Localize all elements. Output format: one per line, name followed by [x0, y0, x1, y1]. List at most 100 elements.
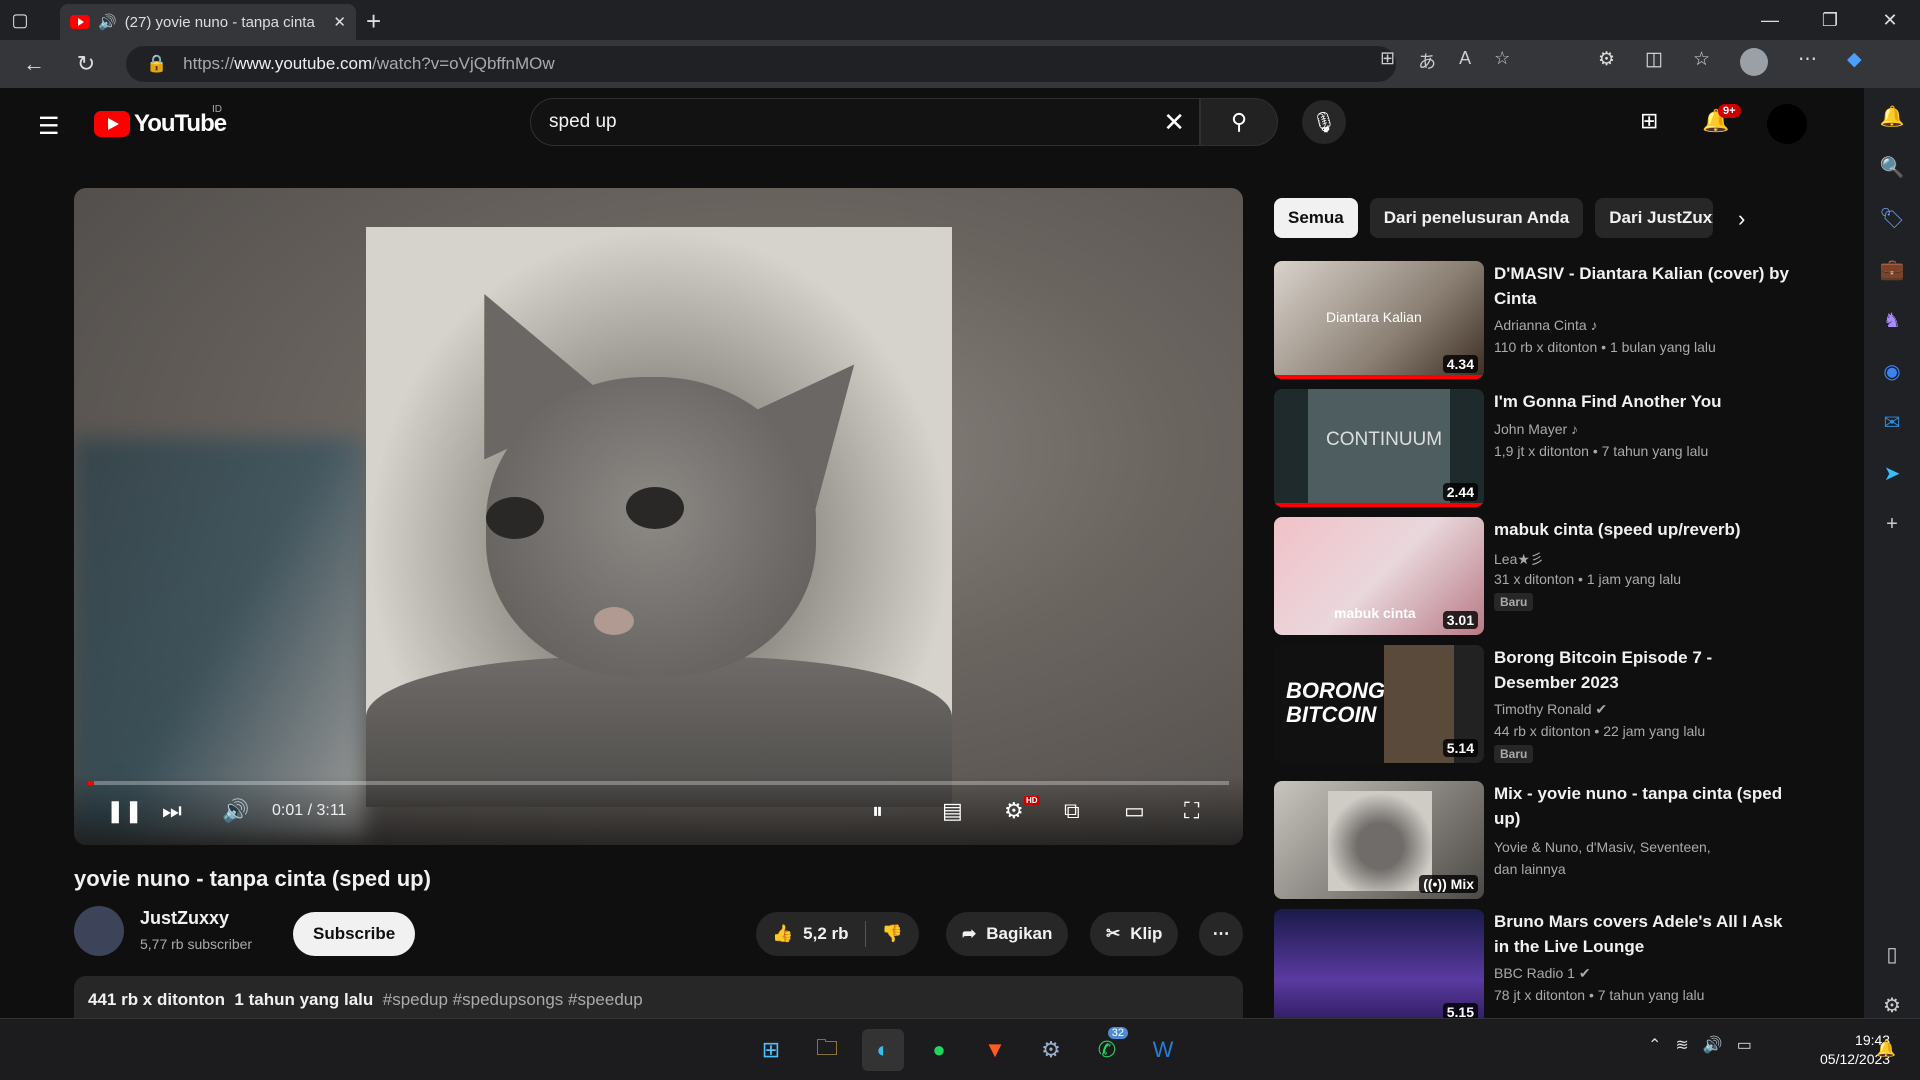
- hamburger-menu-icon[interactable]: ☰: [38, 112, 60, 141]
- app-available-icon[interactable]: ⊞: [1380, 48, 1395, 74]
- fullscreen-icon[interactable]: ⛶: [1184, 798, 1199, 824]
- favorites-icon[interactable]: ☆: [1693, 48, 1710, 76]
- recommendation-item[interactable]: BORONG BITCOIN 5.14 Borong Bitcoin Episo…: [1274, 645, 1804, 763]
- speaker-icon[interactable]: 🔊: [98, 13, 117, 31]
- browser-tab-active[interactable]: 🔊 (27) yovie nuno - tanpa cinta ✕: [60, 4, 356, 40]
- settings-gear-icon[interactable]: ⚙: [1004, 798, 1024, 824]
- recommendation-item[interactable]: CONTINUUM 2.44 I'm Gonna Find Another Yo…: [1274, 389, 1804, 507]
- recommendation-item[interactable]: Diantara Kalian 4.34 D'MASIV - Diantara …: [1274, 261, 1804, 379]
- subscribe-button[interactable]: Subscribe: [293, 912, 416, 956]
- chip-all[interactable]: Semua: [1274, 198, 1358, 238]
- miniplayer-icon[interactable]: ⧉: [1064, 798, 1080, 824]
- watched-progress: [1274, 375, 1484, 379]
- clear-search-icon[interactable]: ✕: [1163, 107, 1185, 138]
- notification-center-icon[interactable]: 🔔: [1876, 1039, 1896, 1059]
- copilot-sidebar-icon[interactable]: ◉: [1878, 359, 1906, 384]
- battery-icon[interactable]: ▭: [1737, 1035, 1752, 1055]
- back-button[interactable]: ←: [12, 44, 56, 84]
- more-options-icon[interactable]: ⋯: [1798, 48, 1817, 76]
- youtube-logo[interactable]: YouTube ID: [94, 104, 227, 138]
- recommendation-item[interactable]: 5.15 Bruno Mars covers Adele's All I Ask…: [1274, 909, 1804, 1018]
- video-thumbnail[interactable]: CONTINUUM 2.44: [1274, 389, 1484, 507]
- share-button[interactable]: ➦ Bagikan: [946, 912, 1069, 956]
- favorite-star-icon[interactable]: ☆: [1494, 48, 1510, 74]
- progress-bar[interactable]: [88, 781, 1229, 785]
- sidebar-toggle-icon[interactable]: ▯: [1878, 942, 1906, 967]
- refresh-button[interactable]: ↻: [64, 44, 108, 84]
- autoplay-toggle-icon[interactable]: ⏸: [872, 798, 883, 824]
- sidebar-settings-icon[interactable]: ⚙: [1878, 993, 1906, 1018]
- chevron-up-icon[interactable]: ⌃: [1648, 1035, 1661, 1055]
- progress-fill: [88, 781, 94, 785]
- more-actions-button[interactable]: ⋯: [1199, 912, 1243, 956]
- wifi-icon[interactable]: ≋: [1675, 1035, 1688, 1055]
- tab-close-icon[interactable]: ✕: [333, 13, 346, 31]
- search-sidebar-icon[interactable]: 🔍: [1878, 155, 1906, 180]
- translate-icon[interactable]: あ: [1418, 48, 1436, 74]
- mix-radio-icon: ((•)): [1423, 876, 1451, 892]
- settings-icon[interactable]: ⚙: [1030, 1029, 1072, 1071]
- outlook-icon[interactable]: ✉: [1878, 410, 1906, 435]
- video-thumbnail[interactable]: 5.15: [1274, 909, 1484, 1018]
- send-icon[interactable]: ➤: [1878, 461, 1906, 486]
- copilot-icon[interactable]: ◆: [1847, 48, 1862, 76]
- volume-icon[interactable]: 🔊: [222, 798, 249, 824]
- lock-icon[interactable]: 🔒: [146, 54, 167, 74]
- video-thumbnail[interactable]: mabuk cinta 3.01: [1274, 517, 1484, 635]
- volume-tray-icon[interactable]: 🔊: [1703, 1035, 1723, 1055]
- chevron-right-icon[interactable]: ›: [1738, 206, 1745, 232]
- start-icon[interactable]: ⊞: [750, 1029, 792, 1071]
- search-input[interactable]: sped up ✕: [530, 98, 1200, 146]
- chip-from-channel[interactable]: Dari JustZuxxy: [1595, 198, 1714, 238]
- extensions-icon[interactable]: ⚙: [1598, 48, 1615, 76]
- tab-actions-icon[interactable]: ▢: [0, 0, 40, 40]
- mix-badge: ((•)) Mix: [1419, 875, 1478, 893]
- recommendation-channel: Yovie & Nuno, d'Masiv, Seventeen,: [1494, 839, 1711, 855]
- spotify-icon[interactable]: ●: [918, 1029, 960, 1071]
- channel-name[interactable]: JustZuxxy: [140, 908, 229, 929]
- duration-badge: 4.34: [1442, 355, 1478, 373]
- close-window-button[interactable]: ✕: [1860, 0, 1920, 40]
- create-video-icon[interactable]: ⊞: [1640, 108, 1658, 134]
- edge-icon[interactable]: ◐: [862, 1029, 904, 1071]
- chip-from-search[interactable]: Dari penelusuran Anda: [1369, 198, 1584, 238]
- like-count[interactable]: 5,2 rb: [803, 924, 848, 944]
- next-icon[interactable]: ⏭: [162, 798, 182, 824]
- subtitles-icon[interactable]: ▤: [942, 798, 963, 824]
- recommendation-item[interactable]: mabuk cinta 3.01 mabuk cinta (speed up/r…: [1274, 517, 1804, 635]
- word-icon[interactable]: W: [1142, 1029, 1184, 1071]
- voice-search-button[interactable]: 🎙: [1302, 100, 1346, 144]
- theater-mode-icon[interactable]: ▭: [1124, 798, 1145, 824]
- brave-icon[interactable]: ▼: [974, 1029, 1016, 1071]
- tools-briefcase-icon[interactable]: 💼: [1878, 257, 1906, 282]
- video-player[interactable]: ❚❚ ⏭ 🔊 0:01 / 3:11 ⏸ ▤ ⚙ HD ⧉ ▭ ⛶: [74, 188, 1243, 845]
- new-badge: Baru: [1494, 593, 1534, 611]
- video-thumbnail[interactable]: Diantara Kalian 4.34: [1274, 261, 1484, 379]
- search-button[interactable]: ⚲: [1200, 98, 1278, 146]
- clip-button[interactable]: ✂ Klip: [1090, 912, 1179, 956]
- video-thumbnail[interactable]: BORONG BITCOIN 5.14: [1274, 645, 1484, 763]
- recommendation-item[interactable]: ((•)) Mix Mix - yovie nuno - tanpa cinta…: [1274, 781, 1804, 899]
- hashtags[interactable]: #spedup #spedupsongs #speedup: [383, 990, 643, 1009]
- maximize-button[interactable]: ❐: [1800, 0, 1860, 40]
- notifications-sidebar-icon[interactable]: 🔔: [1878, 104, 1906, 129]
- profile-avatar[interactable]: [1740, 48, 1769, 76]
- new-tab-button[interactable]: +: [366, 6, 381, 37]
- shopping-tag-icon[interactable]: 🏷: [1878, 206, 1906, 231]
- address-bar[interactable]: 🔒 https://www.youtube.com/watch?v=oVjQbf…: [126, 46, 1396, 82]
- minimize-button[interactable]: —: [1740, 0, 1800, 40]
- recommendation-title: Borong Bitcoin Episode 7 - Desember 2023: [1494, 648, 1713, 692]
- thumbs-down-icon[interactable]: 👎: [882, 924, 903, 944]
- whatsapp-icon[interactable]: ✆ 32: [1086, 1027, 1128, 1071]
- pause-icon[interactable]: ❚❚: [106, 798, 143, 824]
- file-explorer-icon[interactable]: 🗀: [806, 1029, 848, 1071]
- description-box[interactable]: 441 rb x ditonton 1 tahun yang lalu #spe…: [74, 976, 1243, 1018]
- games-icon[interactable]: ♞: [1878, 308, 1906, 333]
- thumbs-up-icon[interactable]: 👍: [772, 924, 793, 944]
- video-thumbnail[interactable]: ((•)) Mix: [1274, 781, 1484, 899]
- user-avatar[interactable]: [1767, 104, 1807, 144]
- read-aloud-icon[interactable]: A: [1459, 48, 1471, 74]
- split-screen-icon[interactable]: ◫: [1645, 48, 1663, 76]
- channel-avatar[interactable]: [74, 906, 124, 956]
- add-sidebar-icon[interactable]: +: [1878, 512, 1906, 536]
